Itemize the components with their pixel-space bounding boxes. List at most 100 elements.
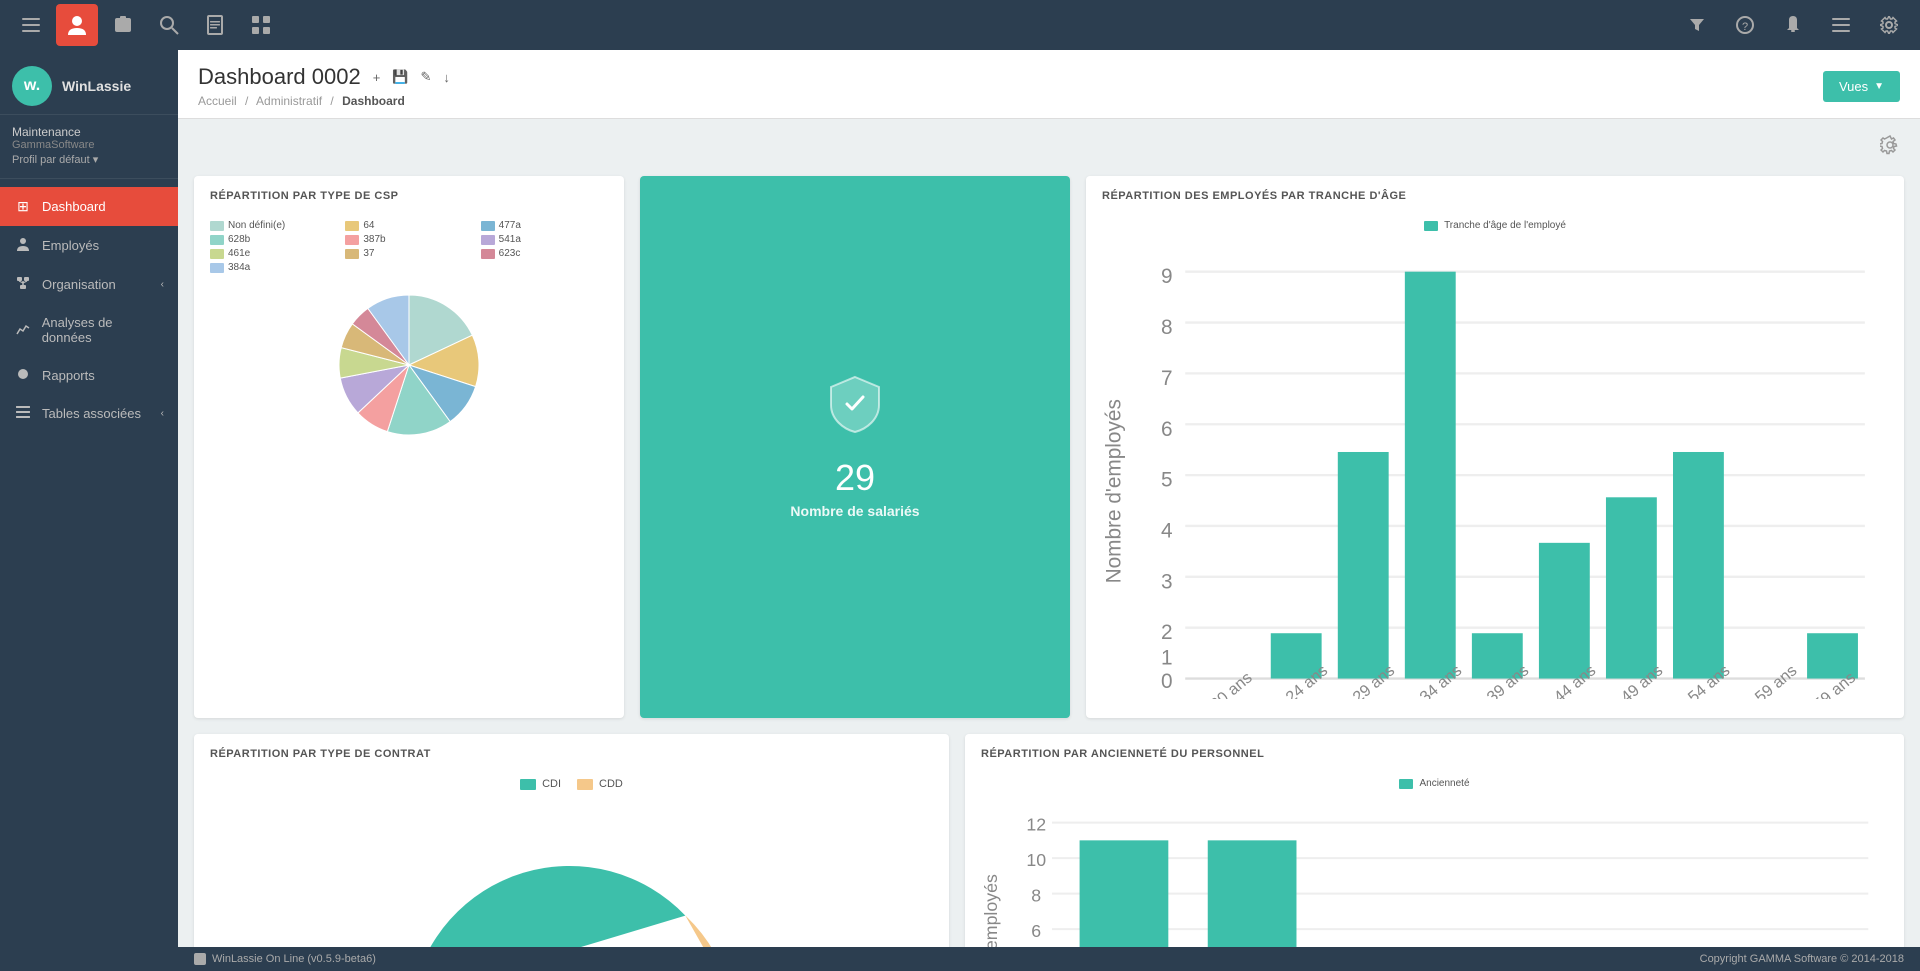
svg-text:9: 9: [1161, 265, 1173, 288]
organisation-chevron: ‹: [161, 279, 164, 290]
svg-text:8: 8: [1031, 886, 1041, 906]
legend-item-9: 384a: [210, 262, 337, 273]
sidebar-brand: w. WinLassie: [0, 50, 178, 115]
svg-text:55 à 59 ans: 55 à 59 ans: [1724, 661, 1800, 699]
sidebar-item-dashboard[interactable]: ⊞ Dashboard: [0, 187, 178, 226]
filter-icon[interactable]: [1676, 4, 1718, 46]
svg-text:5: 5: [1161, 469, 1173, 492]
svg-text:< 20 ans: < 20 ans: [1196, 669, 1255, 700]
settings-icon[interactable]: [1868, 4, 1910, 46]
footer-left-text: WinLassie On Line (v0.5.9-beta6): [212, 953, 376, 965]
dashboard-settings-gear[interactable]: [1880, 135, 1900, 160]
edit-dashboard-btn[interactable]: ✎: [416, 67, 435, 87]
sidebar-item-organisation[interactable]: Organisation ‹: [0, 265, 178, 304]
legend-dot-5: [481, 235, 495, 245]
nav-person-icon[interactable]: [56, 4, 98, 46]
user-profile-link[interactable]: Profil par défaut ▾: [12, 153, 166, 166]
user-company: GammaSoftware: [12, 139, 166, 151]
breadcrumb-administratif[interactable]: Administratif: [256, 94, 322, 108]
footer: WinLassie On Line (v0.5.9-beta6) Copyrig…: [178, 947, 1920, 971]
anciennete-card-title: RÉPARTITION PAR ANCIENNETÉ DU PERSONNEL: [965, 734, 1904, 770]
add-dashboard-btn[interactable]: +: [369, 67, 385, 87]
svg-text:3: 3: [1161, 570, 1173, 593]
breadcrumb: Accueil / Administratif / Dashboard: [198, 94, 454, 108]
content-area: Dashboard 0002 + 💾 ✎ ↓ Accueil / Adminis…: [178, 50, 1920, 971]
shield-icon: [829, 375, 881, 445]
svg-text:7: 7: [1161, 367, 1173, 390]
sidebar-item-employes[interactable]: Employés: [0, 226, 178, 265]
breadcrumb-accueil[interactable]: Accueil: [198, 94, 237, 108]
age-card-title: RÉPARTITION DES EMPLOYÉS PAR TRANCHE D'Â…: [1086, 176, 1904, 212]
card-age: RÉPARTITION DES EMPLOYÉS PAR TRANCHE D'Â…: [1086, 176, 1904, 718]
sidebar-label-rapports: Rapports: [42, 368, 95, 383]
age-legend-dot: [1424, 221, 1438, 231]
legend-item-2: 477a: [481, 220, 608, 231]
svg-text:?: ?: [1742, 21, 1748, 33]
legend-dot-4: [345, 235, 359, 245]
bell-icon[interactable]: [1772, 4, 1814, 46]
dashboard-content: RÉPARTITION PAR TYPE DE CSP Non défini(e…: [178, 119, 1920, 947]
sidebar-nav: ⊞ Dashboard Employés: [0, 179, 178, 971]
legend-dot-8: [481, 249, 495, 259]
save-dashboard-btn[interactable]: 💾: [388, 67, 412, 87]
contract-pie-container: [210, 798, 933, 947]
card-csp: RÉPARTITION PAR TYPE DE CSP Non défini(e…: [194, 176, 624, 718]
legend-dot-3: [210, 235, 224, 245]
employes-icon: [14, 237, 32, 254]
legend-dot-0: [210, 221, 224, 231]
settings-row: [194, 135, 1904, 160]
legend-item-1: 64: [345, 220, 472, 231]
nav-grid-icon[interactable]: [240, 4, 282, 46]
svg-text:1: 1: [1161, 647, 1173, 670]
views-button[interactable]: Vues ▼: [1823, 71, 1900, 102]
page-title: Dashboard 0002 + 💾 ✎ ↓: [198, 64, 454, 90]
dashboard-row-2: RÉPARTITION PAR TYPE DE CONTRAT CDI CDD: [194, 734, 1904, 947]
brand-text: WinLassie: [62, 78, 131, 94]
top-nav: ?: [0, 0, 1920, 50]
analyses-icon: [14, 322, 32, 339]
legend-dot-2: [481, 221, 495, 231]
sidebar-item-tables[interactable]: Tables associées ‹: [0, 394, 178, 432]
legend-dot-9: [210, 263, 224, 273]
legend-item-0: Non défini(e): [210, 220, 337, 231]
sidebar-label-organisation: Organisation: [42, 277, 116, 292]
sidebar: w. WinLassie Maintenance GammaSoftware P…: [0, 50, 178, 971]
main-layout: w. WinLassie Maintenance GammaSoftware P…: [0, 50, 1920, 971]
header-top: Dashboard 0002 + 💾 ✎ ↓ Accueil / Adminis…: [198, 64, 1900, 108]
nav-docs-icon[interactable]: [194, 4, 236, 46]
anciennete-bar-chart: 12 10 8 6 4 2 0 Nombre d'employés: [981, 795, 1888, 947]
salary-count: 29: [835, 457, 875, 499]
sidebar-item-analyses[interactable]: Analyses de données: [0, 304, 178, 356]
menu-icon[interactable]: [10, 4, 52, 46]
salary-label: Nombre de salariés: [790, 503, 919, 519]
views-caret: ▼: [1874, 81, 1884, 92]
legend-cdd: CDD: [577, 778, 623, 790]
legend-item-8: 623c: [481, 248, 608, 259]
legend-dot-1: [345, 221, 359, 231]
download-dashboard-btn[interactable]: ↓: [439, 67, 454, 87]
user-name: Maintenance: [12, 125, 166, 139]
footer-copyright: Copyright GAMMA Software © 2014-2018: [1700, 953, 1904, 965]
nav-badge-icon[interactable]: [102, 4, 144, 46]
age-bar-chart: 9 8 7 6 5 4 3 2 1 0 Nombre d'employés: [1102, 237, 1888, 699]
sidebar-label-dashboard: Dashboard: [42, 199, 106, 214]
svg-text:10: 10: [1026, 850, 1046, 870]
sidebar-label-analyses: Analyses de données: [42, 315, 164, 345]
age-chart-area: Tranche d'âge de l'employé 9 8 7 6 5 4 3…: [1086, 212, 1904, 718]
tables-icon: [14, 405, 32, 421]
svg-text:4: 4: [1161, 520, 1173, 543]
contract-chart-area: CDI CDD: [194, 770, 949, 947]
legend-dot-7: [345, 249, 359, 259]
legend-cdi-dot: [520, 779, 536, 790]
page-title-text: Dashboard 0002: [198, 64, 361, 90]
nav-search-icon[interactable]: [148, 4, 190, 46]
title-actions: + 💾 ✎ ↓: [369, 67, 454, 87]
help-icon[interactable]: ?: [1724, 4, 1766, 46]
sidebar-user: Maintenance GammaSoftware Profil par déf…: [0, 115, 178, 179]
sidebar-item-rapports[interactable]: Rapports: [0, 356, 178, 394]
legend-item-3: 628b: [210, 234, 337, 245]
list-icon[interactable]: [1820, 4, 1862, 46]
card-center: 29 Nombre de salariés: [640, 176, 1070, 718]
legend-cdi: CDI: [520, 778, 561, 790]
tables-chevron: ‹: [161, 408, 164, 419]
